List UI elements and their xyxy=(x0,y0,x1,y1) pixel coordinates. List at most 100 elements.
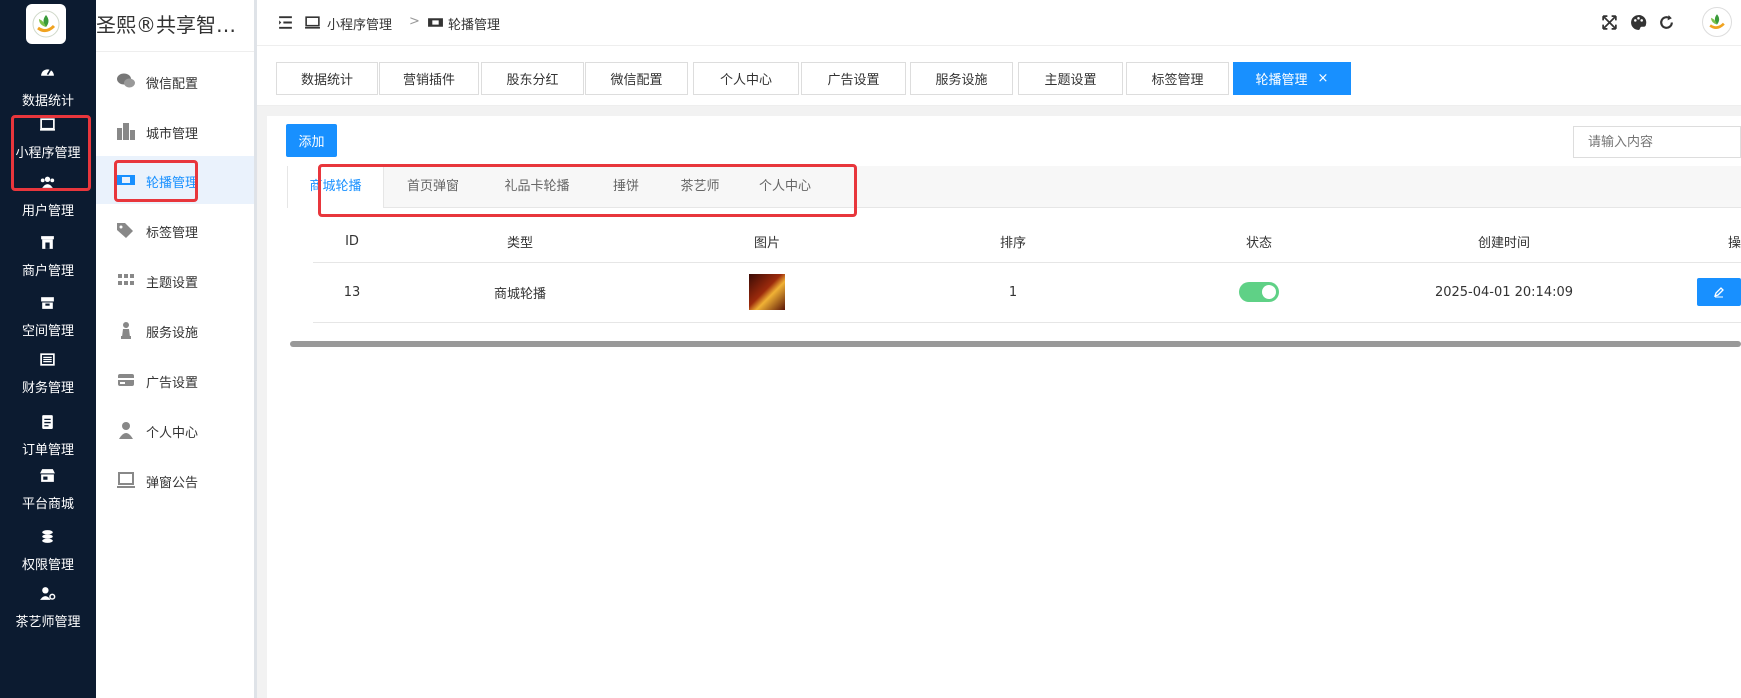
tag-facilities[interactable]: 服务设施 xyxy=(910,62,1013,95)
box-icon xyxy=(41,297,54,309)
edit-button[interactable] xyxy=(1697,278,1741,306)
tag-label: 广告设置 xyxy=(827,73,880,88)
column-header: 图片 xyxy=(649,222,885,263)
user-avatar[interactable] xyxy=(1702,7,1732,37)
fullscreen-icon[interactable] xyxy=(1601,14,1618,31)
tag-statistics[interactable]: 数据统计 xyxy=(276,62,378,95)
refresh-icon[interactable] xyxy=(1658,14,1675,31)
card-icon xyxy=(118,374,134,386)
submenu-item-city[interactable]: 城市管理 xyxy=(96,107,254,155)
chat-icon xyxy=(117,73,135,88)
rail-item-miniprogram[interactable]: 小程序管理 xyxy=(0,116,96,180)
tag-label: 服务设施 xyxy=(935,73,988,88)
rail-item-mall[interactable]: 平台商城 xyxy=(0,467,96,531)
app-logo[interactable] xyxy=(26,4,66,44)
breadcrumb-separator: > xyxy=(409,14,420,29)
tag-profile[interactable]: 个人中心 xyxy=(693,62,799,95)
leaf-logo-icon xyxy=(1709,14,1725,29)
add-button[interactable]: 添加 xyxy=(286,124,337,157)
cell-actions xyxy=(1631,262,1741,323)
monitor-icon xyxy=(305,16,320,29)
tag-label: 主题设置 xyxy=(1044,73,1097,88)
rail-item-label: 数据统计 xyxy=(21,94,74,109)
horizontal-scrollbar[interactable] xyxy=(290,341,1741,347)
cell-sort: 1 xyxy=(885,262,1141,323)
table-header-row: ID 类型 图片 排序 状态 创建时间 操 xyxy=(313,222,1741,263)
shop-icon xyxy=(40,469,55,482)
menu-toggle-icon[interactable] xyxy=(277,14,294,31)
submenu-item-tags[interactable]: 标签管理 xyxy=(96,206,254,254)
list-icon xyxy=(40,353,55,366)
rail-item-label: 用户管理 xyxy=(21,204,74,219)
user-icon xyxy=(119,422,133,439)
rail-item-merchants[interactable]: 商户管理 xyxy=(0,234,96,298)
search-input[interactable] xyxy=(1573,126,1741,158)
cell-created: 2025-04-01 20:14:09 xyxy=(1377,262,1631,323)
tag-label: 微信配置 xyxy=(610,73,663,88)
subtab-tea-master[interactable]: 茶艺师 xyxy=(660,166,740,208)
submenu-item-ads[interactable]: 广告设置 xyxy=(96,356,254,404)
table-row: 13 商城轮播 1 2025-04-01 20:14:09 xyxy=(313,262,1741,323)
monitor-icon xyxy=(40,118,55,131)
subtab-profile[interactable]: 个人中心 xyxy=(740,166,830,208)
top-header: 小程序管理 > 轮播管理 xyxy=(257,0,1741,46)
store-icon xyxy=(41,236,54,249)
rail-item-space[interactable]: 空间管理 xyxy=(0,294,96,358)
breadcrumb-parent[interactable]: 小程序管理 xyxy=(327,14,392,33)
tag-dividends[interactable]: 股东分红 xyxy=(481,62,584,95)
tag-label: 个人中心 xyxy=(719,73,772,88)
laptop-icon xyxy=(117,472,135,488)
submenu-item-wechat[interactable]: 微信配置 xyxy=(96,57,254,105)
submenu-item-label: 个人中心 xyxy=(146,426,199,441)
rail-item-label: 小程序管理 xyxy=(15,146,81,161)
close-icon[interactable]: × xyxy=(1318,71,1329,86)
cell-status xyxy=(1141,262,1377,323)
rail-item-label: 商户管理 xyxy=(21,264,74,279)
tag-theme[interactable]: 主题设置 xyxy=(1018,62,1123,95)
open-tabs-bar: 数据统计 营销插件 股东分红 微信配置 个人中心 广告设置 服务设施 主题设置 … xyxy=(257,46,1741,106)
column-header: 排序 xyxy=(885,222,1141,263)
banner-thumbnail[interactable] xyxy=(749,274,785,310)
submenu-item-profile[interactable]: 个人中心 xyxy=(96,406,254,454)
chess-icon xyxy=(121,322,131,339)
carousel-icon xyxy=(117,175,135,185)
subtab-home-popup[interactable]: 首页弹窗 xyxy=(384,166,482,208)
submenu-item-label: 弹窗公告 xyxy=(146,476,199,491)
tag-marketing[interactable]: 营销插件 xyxy=(379,62,479,95)
carousel-icon xyxy=(428,18,443,27)
submenu-item-facilities[interactable]: 服务设施 xyxy=(96,306,254,354)
status-toggle[interactable] xyxy=(1239,282,1279,302)
rail-item-tea-masters[interactable]: 茶艺师管理 xyxy=(0,585,96,649)
submenu-item-popup[interactable]: 弹窗公告 xyxy=(96,456,254,504)
edit-icon xyxy=(1713,287,1724,298)
subtab-mall-carousel[interactable]: 商城轮播 xyxy=(287,166,384,208)
tag-carousel[interactable]: 轮播管理 × xyxy=(1233,62,1351,95)
rail-item-label: 茶艺师管理 xyxy=(15,615,81,630)
submenu-item-label: 服务设施 xyxy=(146,326,199,341)
breadcrumb-current: 轮播管理 xyxy=(448,18,501,33)
rail-item-users[interactable]: 用户管理 xyxy=(0,174,96,238)
rail-item-permissions[interactable]: 权限管理 xyxy=(0,528,96,592)
tag-tags[interactable]: 标签管理 xyxy=(1126,62,1229,95)
subtab-tea-cake[interactable]: 捶饼 xyxy=(592,166,660,208)
tag-ads[interactable]: 广告设置 xyxy=(801,62,906,95)
type-tabs: 商城轮播 首页弹窗 礼品卡轮播 捶饼 茶艺师 个人中心 xyxy=(287,166,1741,208)
submenu-item-label: 广告设置 xyxy=(146,376,199,391)
rail-item-finance[interactable]: 财务管理 xyxy=(0,351,96,415)
submenu-item-carousel[interactable]: 轮播管理 xyxy=(96,156,254,204)
submenu-item-theme[interactable]: 主题设置 xyxy=(96,256,254,304)
city-icon xyxy=(117,123,135,140)
main-nav-rail: 数据统计 小程序管理 用户管理 商户管理 空间管理 财务管理 订单管理 平台商城… xyxy=(0,0,96,698)
palette-icon[interactable] xyxy=(1630,14,1647,31)
column-header: ID xyxy=(313,222,391,263)
column-header: 创建时间 xyxy=(1377,222,1631,263)
cell-image xyxy=(649,262,885,323)
tag-wechat[interactable]: 微信配置 xyxy=(585,62,688,95)
column-header: 类型 xyxy=(391,222,649,263)
subtab-giftcard-carousel[interactable]: 礼品卡轮播 xyxy=(482,166,592,208)
rail-item-label: 财务管理 xyxy=(21,381,74,396)
rail-item-label: 权限管理 xyxy=(21,558,74,573)
tags-icon xyxy=(117,223,133,238)
clipboard-icon xyxy=(42,415,53,429)
tag-label: 轮播管理 xyxy=(1255,73,1308,88)
